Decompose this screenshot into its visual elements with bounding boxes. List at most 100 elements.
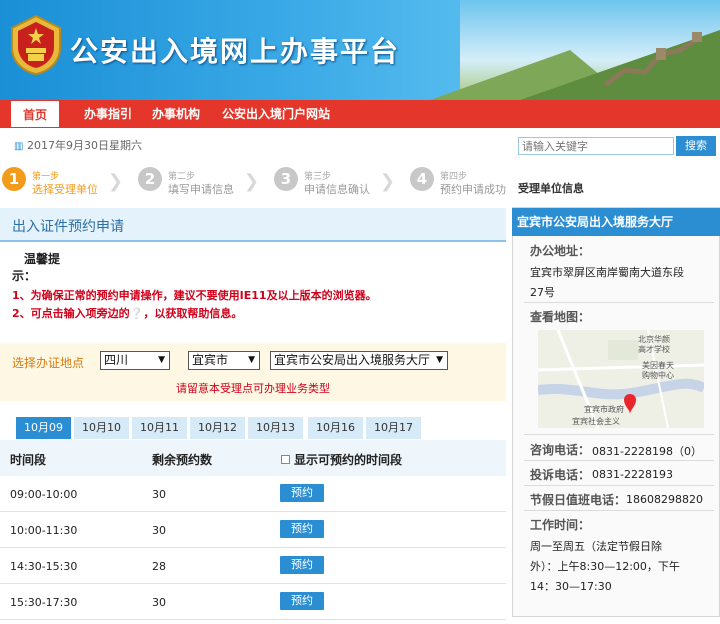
location-map[interactable]: 北京华颜 高才学校 美因春天 购物中心 宜宾市政府 宜宾社会主义 [538,330,704,428]
nav-guide[interactable]: 办事指引 [84,100,132,128]
tab-date[interactable]: 10月11 [132,417,188,439]
tab-date[interactable]: 10月10 [74,417,130,439]
tip-help-text-end: ，以获取帮助信息。 [143,307,243,320]
holiday-value: 18608298820 [626,493,703,506]
great-wall-illustration [603,32,702,87]
row-time: 15:30-17:30 [10,596,78,609]
site-title: 公安出入境网上办事平台 [70,35,401,68]
panel-header: 出入证件预约申请 [0,208,506,242]
site-banner: 公安出入境网上办事平台 [0,0,720,100]
tips-title: 温馨提 [24,252,61,266]
step-number: 1 [2,167,26,191]
row-remaining: 28 [152,560,166,573]
map-place: 高才学校 [638,345,670,354]
sidebar-title: 受理单位信息 [518,182,584,195]
tab-date[interactable]: 10月09 [16,417,72,439]
divider [524,510,714,511]
city-value: 宜宾市 [192,353,229,367]
show-available-checkbox[interactable] [281,455,290,464]
book-button[interactable]: 预约 [280,556,324,574]
step-number: 4 [410,167,434,191]
location-selector: 选择办证地点 四川 ▼ 宜宾市 ▼ 宜宾市公安局出入境服务大厅 ▼ 请留意本受理… [0,343,506,401]
header-show-available: 显示可预约的时间段 [294,453,403,467]
table-row: 14:30-15:30 28 预约 [0,548,506,584]
divider [524,485,714,486]
header-remaining: 剩余预约数 [152,453,213,467]
row-time: 14:30-15:30 [10,560,78,573]
table-row: 09:00-10:00 30 预约 [0,476,506,512]
office-select[interactable]: 宜宾市公安局出入境服务大厅 ▼ [270,351,448,370]
step-label: 填写申请信息 [168,183,234,196]
header-time: 时间段 [10,453,47,467]
main-nav: 首页 办事指引 办事机构 公安出入境门户网站 [0,100,720,128]
tab-date[interactable]: 10月12 [190,417,246,439]
search-input[interactable] [518,137,674,155]
phone-label: 咨询电话： [530,443,591,457]
table-row: 10:00-11:30 30 预约 [0,512,506,548]
dropdown-arrow-icon: ▼ [436,355,443,365]
row-time: 09:00-10:00 [10,488,78,501]
step-label: 选择受理单位 [32,183,98,196]
map-place: 购物中心 [642,371,674,380]
help-icon: ❔ [129,307,144,320]
province-value: 四川 [104,353,129,367]
page-title: 出入证件预约申请 [12,219,124,235]
book-button[interactable]: 预约 [280,520,324,538]
calendar-icon: ▥ [14,141,24,152]
location-label: 选择办证地点 [12,356,85,370]
step-number: 2 [138,167,162,191]
complaint-label: 投诉电话： [530,468,591,482]
office-value: 宜宾市公安局出入境服务大厅 [274,353,431,367]
step-number: 3 [274,167,298,191]
holiday-label: 节假日值班电话： [530,493,627,507]
hours-line-3: 14：30—17:30 [530,580,612,593]
phone-value: 0831-2228198（0） [592,445,702,458]
chevron-right-icon: ❯ [244,171,260,192]
map-place: 宜宾市政府 [584,405,624,414]
row-remaining: 30 [152,596,166,609]
current-date: ▥ 2017年9月30日星期六 [14,137,142,153]
address-line-2: 27号 [530,286,555,299]
nav-portal[interactable]: 公安出入境门户网站 [222,100,330,128]
city-select[interactable]: 宜宾市 ▼ [188,351,260,370]
tips-title-cont: 示： [12,269,37,283]
divider [524,302,714,303]
chevron-right-icon: ❯ [380,171,396,192]
tip-help: 2、可点击输入项旁边的❔，以获取帮助信息。 [12,305,242,321]
tab-date[interactable]: 10月13 [248,417,304,439]
location-note[interactable]: 请留意本受理点可办理业务类型 [176,380,330,396]
divider [524,460,714,461]
hours-line-1: 周一至周五（法定节假日除 [530,540,662,553]
book-button[interactable]: 预约 [280,484,324,502]
table-row: 15:30-17:30 30 预约 [0,584,506,620]
office-name: 宜宾市公安局出入境服务大厅 [512,208,720,236]
progress-steps: 1 第一步 选择受理单位 ❯ 2 第二步 填写申请信息 ❯ 3 第三步 申请信息… [0,165,506,205]
table-header: 时间段 剩余预约数 显示可预约的时间段 [0,440,506,476]
book-button[interactable]: 预约 [280,592,324,610]
province-select[interactable]: 四川 ▼ [100,351,170,370]
divider [524,434,714,435]
date-text: 2017年9月30日星期六 [26,139,142,152]
row-remaining: 30 [152,488,166,501]
map-label: 查看地图： [530,310,591,324]
police-emblem-icon [11,14,61,76]
nav-offices[interactable]: 办事机构 [152,100,200,128]
tip-help-text: 2、可点击输入项旁边的 [12,307,130,320]
dropdown-arrow-icon: ▼ [248,355,255,365]
tab-date[interactable]: 10月17 [366,417,422,439]
hours-label: 工作时间： [530,518,591,532]
hours-line-2: 外）：上午8:30—12:00，下午 [530,560,680,573]
step-label: 预约申请成功 [440,183,506,196]
map-place: 宜宾社会主义 [572,417,620,426]
step-label: 申请信息确认 [304,183,370,196]
address-line-1: 宜宾市翠屏区南岸蜀南大道东段 [530,266,684,279]
tip-browser: 1、为确保正常的预约申请操作，建议不要使用IE11及以上版本的浏览器。 [12,289,377,302]
address-label: 办公地址： [530,244,591,258]
tab-date[interactable]: 10月16 [308,417,364,439]
search-button[interactable]: 搜索 [676,136,716,156]
complaint-value: 0831-2228193 [592,468,673,481]
chevron-right-icon: ❯ [108,171,124,192]
nav-home[interactable]: 首页 [10,100,60,128]
row-time: 10:00-11:30 [10,524,78,537]
dropdown-arrow-icon: ▼ [158,355,165,365]
